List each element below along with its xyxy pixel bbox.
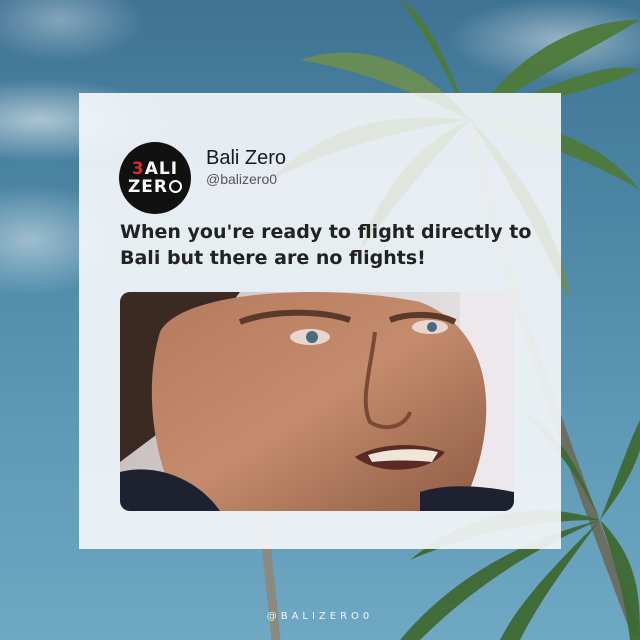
avatar-line1: ALI	[144, 158, 179, 179]
avatar[interactable]: 3ALI ZER	[119, 142, 191, 214]
globe-icon	[169, 179, 183, 193]
meme-face-image	[120, 292, 514, 511]
display-name[interactable]: Bali Zero	[206, 147, 286, 170]
post-text: When you're ready to flight directly to …	[120, 221, 532, 269]
avatar-line2: ZER	[127, 176, 169, 197]
user-handle[interactable]: @balizero0	[206, 171, 277, 187]
avatar-accent-digit: 3	[131, 158, 145, 179]
post-image[interactable]	[120, 292, 514, 511]
footer-handle: @BALIZERO0	[266, 611, 374, 622]
